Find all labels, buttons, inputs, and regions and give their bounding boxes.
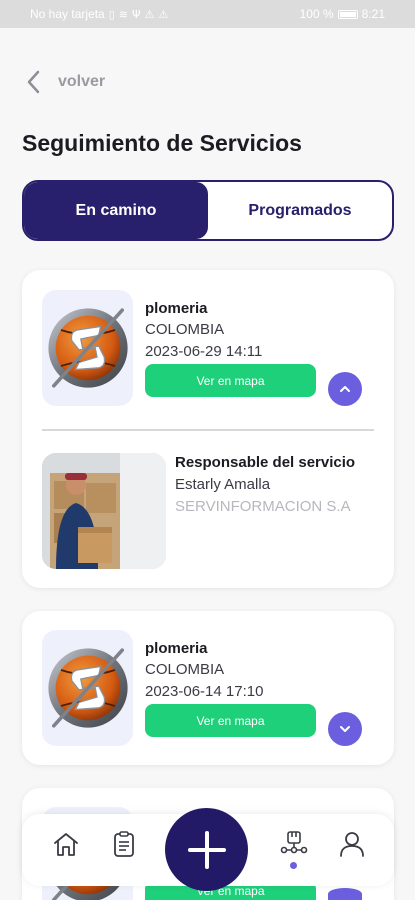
company-logo [42, 290, 133, 406]
sim-icon: ▯ [108, 7, 115, 21]
nav-home[interactable] [50, 828, 82, 860]
service-card: plomeria COLOMBIA 2023-06-29 14:11 Ver e… [22, 270, 394, 588]
profile-icon [340, 832, 364, 857]
expand-button[interactable] [328, 888, 362, 900]
status-right: 100 % 8:21 [300, 7, 385, 21]
home-icon [54, 833, 78, 856]
battery-percent: 100 % [299, 7, 334, 21]
warning-icon: ⚠ [144, 7, 155, 21]
view-map-button[interactable]: Ver en mapa [145, 704, 316, 737]
service-name: plomeria [145, 640, 208, 657]
chevron-up-icon [340, 386, 350, 392]
back-button[interactable]: volver [24, 68, 105, 96]
service-country: COLOMBIA [145, 321, 225, 338]
usb-icon: Ψ [132, 7, 141, 21]
clock: 8:21 [361, 7, 385, 21]
active-indicator [290, 862, 297, 869]
clipboard-icon [114, 831, 134, 857]
view-map-button[interactable]: Ver en mapa [145, 364, 316, 397]
expand-button[interactable] [328, 712, 362, 746]
responsible-name: Estarly Amalla [175, 476, 271, 493]
status-left: No hay tarjeta ▯ ≋ Ψ ⚠ ⚠ [30, 7, 168, 21]
add-icon [187, 830, 226, 869]
divider [42, 429, 374, 431]
carrier-text: No hay tarjeta [30, 7, 105, 21]
responsible-heading: Responsable del servicio [175, 454, 356, 471]
wifi-icon: ≋ [118, 7, 128, 21]
nav-profile[interactable] [336, 828, 368, 860]
delivery-person-image [42, 453, 166, 569]
service-card: plomeria COLOMBIA 2023-06-14 17:10 Ver e… [22, 611, 394, 765]
tab-en-camino[interactable]: En camino [24, 182, 208, 239]
chevron-left-icon [27, 70, 40, 94]
company-logo [42, 630, 133, 746]
warning-icon-2: ⚠ [158, 7, 169, 21]
collapse-button[interactable] [328, 372, 362, 406]
add-service-button[interactable] [165, 808, 248, 891]
service-datetime: 2023-06-14 17:10 [145, 683, 264, 700]
company-logo-icon [43, 303, 133, 393]
company-logo-icon [43, 643, 133, 733]
back-label: volver [58, 73, 106, 90]
service-datetime: 2023-06-29 14:11 [145, 343, 263, 360]
service-country: COLOMBIA [145, 661, 225, 678]
chevron-down-icon [340, 726, 350, 732]
nav-tracking[interactable] [278, 828, 310, 860]
nav-orders[interactable] [108, 828, 140, 860]
tab-programados[interactable]: Programados [208, 182, 392, 239]
status-bar: No hay tarjeta ▯ ≋ Ψ ⚠ ⚠ 100 % 8:21 [0, 0, 415, 28]
service-name: plomeria [145, 300, 208, 317]
responsible-company: SERVINFORMACION S.A [175, 498, 351, 515]
battery-icon [337, 9, 358, 19]
tab-switch: En camino Programados [22, 180, 394, 241]
page-title: Seguimiento de Servicios [22, 130, 302, 156]
responsible-photo [42, 453, 166, 569]
tracking-icon [280, 831, 308, 854]
